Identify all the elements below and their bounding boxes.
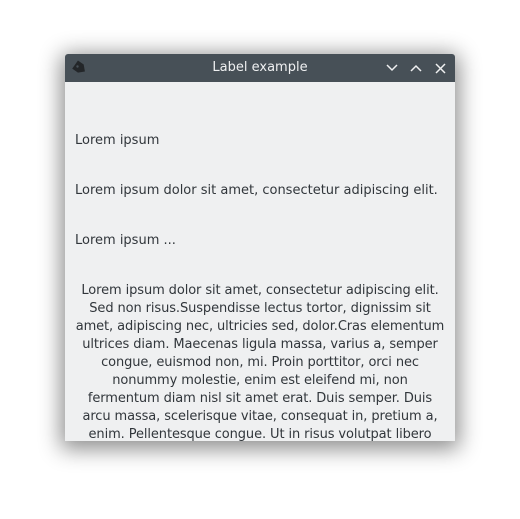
minimize-icon[interactable] [383, 59, 401, 77]
label-wrapped: Lorem ipsum dolor sit amet, consectetur … [75, 283, 445, 441]
window-content: Lorem ipsum Lorem ipsum dolor sit amet, … [65, 82, 455, 441]
close-icon[interactable] [431, 59, 449, 77]
app-window: Label example Lorem ipsum Lorem ipsum do… [65, 54, 455, 441]
label-elided: Lorem ipsum ... [75, 233, 176, 248]
label-short: Lorem ipsum [75, 133, 160, 148]
maximize-icon[interactable] [407, 59, 425, 77]
title-bar[interactable]: Label example [65, 54, 455, 82]
label-sentence: Lorem ipsum dolor sit amet, consectetur … [75, 183, 438, 198]
